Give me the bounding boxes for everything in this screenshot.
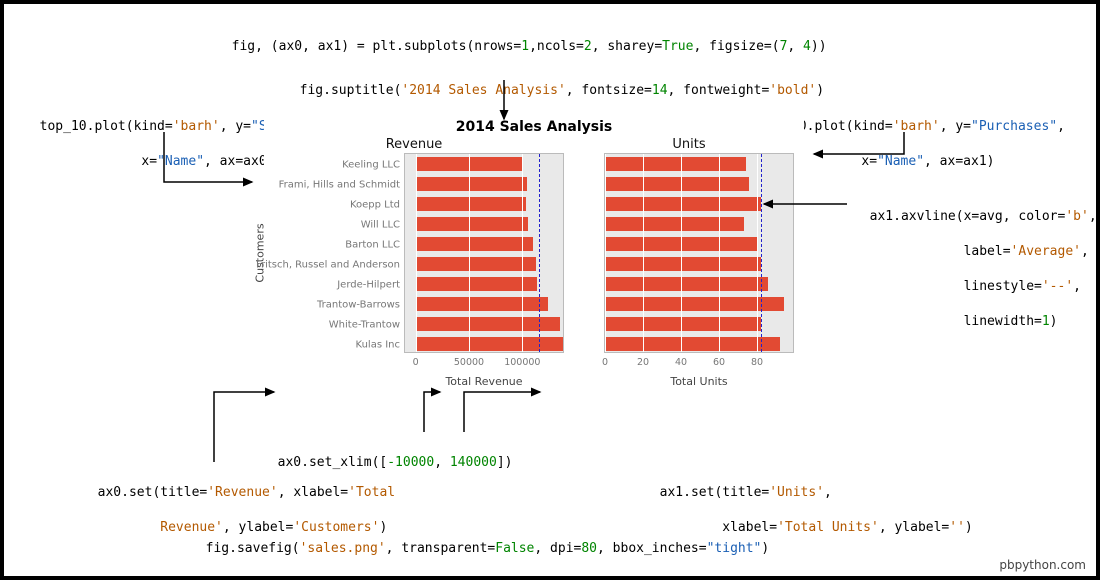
bar-row [605,276,795,292]
xtick-label: 0 [602,357,608,368]
bar-row [405,336,565,352]
bar-row [605,236,795,252]
bar-row [605,336,795,352]
bar [416,237,533,251]
bar-row [405,276,565,292]
figure: 2014 Sales Analysis Revenue Customers 05… [264,119,804,389]
bar-row [605,296,795,312]
bar [416,197,526,211]
xtick-label: 50000 [454,357,484,368]
ytick-label: Jerde-Hilpert [250,280,400,291]
bar [605,177,749,191]
bar [605,277,768,291]
bar [416,217,528,231]
axes-units-xlabel: Total Units [604,375,794,388]
ytick-label: Will LLC [250,220,400,231]
axes-revenue: Revenue Customers 050000100000 Total Rev… [264,137,564,389]
code-suptitle: fig.suptitle('2014 Sales Analysis', font… [284,64,824,99]
arrow-xlim-1 [424,392,440,432]
bar [416,317,560,331]
figure-suptitle: 2014 Sales Analysis [264,119,804,135]
axes-revenue-title: Revenue [264,137,564,153]
code-axvline: ax1.axvline(x=avg, color='b', label='Ave… [854,190,1097,330]
xtick-label: 20 [637,357,649,368]
bar [416,297,548,311]
bar [416,337,563,351]
bar [605,157,746,171]
xtick-label: 60 [713,357,725,368]
bar [605,217,744,231]
xtick-label: 40 [675,357,687,368]
bar [605,317,761,331]
bar-row [405,316,565,332]
bar-row [605,216,795,232]
avg-line-units [761,154,762,352]
bar-row [605,156,795,172]
ytick-label: Keeling LLC [250,160,400,171]
code-subplots: fig, (ax0, ax1) = plt.subplots(nrows=1,n… [216,20,827,55]
bar [416,177,527,191]
avg-line-revenue [539,154,540,352]
axes-units: Units 0 20 40 60 80 Total Units [574,137,804,389]
bar-row [405,196,565,212]
ytick-label: Barton LLC [250,240,400,251]
bar-row [405,176,565,192]
xtick-label: 80 [751,357,763,368]
xtick-label: 0 [413,357,419,368]
bar [605,197,761,211]
bar-row [605,196,795,212]
bar-row [405,216,565,232]
bar-row [405,156,565,172]
axes-units-title: Units [574,137,804,153]
ytick-label: Fritsch, Russel and Anderson [250,260,400,271]
xtick-label: 100000 [504,357,540,368]
bar-row [405,256,565,272]
bar [605,337,780,351]
ytick-label: Koepp Ltd [250,200,400,211]
credit-text: pbpython.com [999,558,1086,572]
bar-row [605,176,795,192]
bar-row [405,296,565,312]
bar-row [605,316,795,332]
ytick-label: Trantow-Barrows [250,300,400,311]
ytick-label: White-Trantow [250,320,400,331]
bar-row [605,256,795,272]
ytick-label: Kulas Inc [250,340,400,351]
code-savefig: fig.savefig('sales.png', transparent=Fal… [190,522,769,557]
axes-revenue-xlabel: Total Revenue [404,375,564,388]
bar [416,277,537,291]
ytick-label: Frami, Hills and Schmidt [250,180,400,191]
bar [605,257,761,271]
arrow-xlim-2 [464,392,540,432]
bar [416,257,537,271]
axes-revenue-ylabel: Customers [254,223,267,282]
bar-row [405,236,565,252]
